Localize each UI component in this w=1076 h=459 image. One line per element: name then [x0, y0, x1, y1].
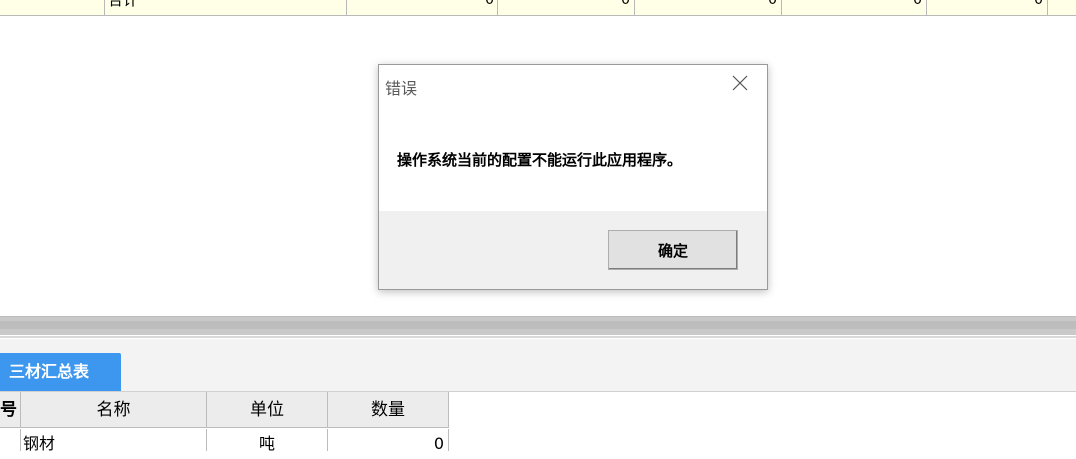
ok-button[interactable]: 确定: [608, 230, 738, 270]
table-cell: [782, 0, 927, 15]
table-cell-unit[interactable]: 吨: [207, 429, 328, 453]
close-icon[interactable]: [731, 74, 749, 92]
table-cell: [105, 0, 347, 15]
tab-material-summary[interactable]: 三材汇总表: [0, 353, 121, 391]
dialog-titlebar[interactable]: 错误: [379, 65, 767, 103]
total-value: 0: [913, 0, 922, 8]
table-cell: [635, 0, 782, 15]
panel-splitter[interactable]: [0, 316, 1076, 335]
table-cell: [347, 0, 498, 15]
table-cell: [498, 0, 635, 15]
table-cell-name[interactable]: 钢材: [21, 429, 207, 453]
summary-table-total-row: 合计 0 0 0 0 0: [0, 0, 1076, 16]
total-value: 0: [768, 0, 777, 8]
column-header-unit[interactable]: 单位: [207, 392, 328, 428]
table-cell-quantity[interactable]: 0: [328, 429, 449, 453]
table-cell: [927, 0, 1048, 15]
dialog-title: 错误: [385, 79, 418, 98]
total-value: 0: [621, 0, 630, 8]
dialog-message: 操作系统当前的配置不能运行此应用程序。: [397, 151, 683, 169]
total-value: 0: [485, 0, 494, 8]
tab-strip: [0, 339, 1076, 392]
total-value: 0: [1034, 0, 1043, 8]
column-header-quantity[interactable]: 数量: [328, 392, 449, 428]
error-dialog: 错误 操作系统当前的配置不能运行此应用程序。 确定: [378, 64, 768, 290]
column-header-name[interactable]: 名称: [21, 392, 207, 428]
column-header-number[interactable]: 号: [0, 392, 21, 428]
divider: [0, 336, 1076, 338]
table-cell: [0, 429, 21, 451]
table-cell: [0, 0, 105, 15]
total-label: 合计: [108, 0, 139, 9]
